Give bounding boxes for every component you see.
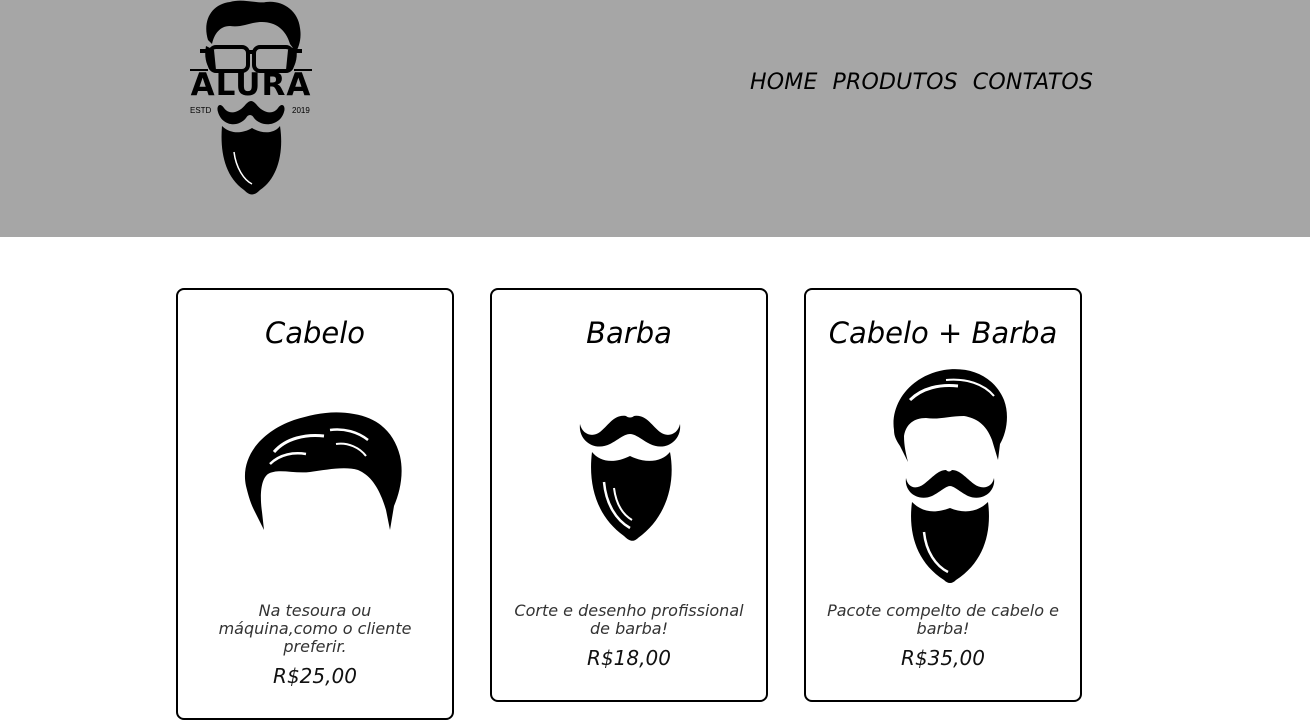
- nav-link-contatos[interactable]: CONTATOS: [973, 70, 1093, 95]
- product-description: Na tesoura ou máquina,como o cliente pre…: [218, 601, 412, 656]
- nav-link-produtos[interactable]: PRODUTOS: [833, 70, 958, 95]
- product-price: R$18,00: [587, 646, 671, 670]
- hair-icon: [244, 412, 402, 530]
- site-header: ALURA ESTD 2019 HOME PRODUTOS CONTATOS: [0, 0, 1310, 237]
- product-card-barba: Barba Corte e desenho profissional de ba…: [490, 288, 768, 702]
- product-price: R$35,00: [901, 646, 985, 670]
- hair-and-beard-icon: [893, 369, 1007, 583]
- product-description: Pacote compelto de cabelo e barba!: [827, 601, 1059, 638]
- beard-icon: [579, 415, 681, 541]
- alura-logo[interactable]: ALURA ESTD 2019: [186, 0, 316, 200]
- product-description: Corte e desenho profissional de barba!: [514, 601, 744, 638]
- product-title: Cabelo: [264, 316, 366, 350]
- product-title: Barba: [586, 316, 672, 350]
- logo-text: ALURA: [190, 67, 312, 103]
- product-price: R$25,00: [273, 664, 357, 688]
- product-card-cabelo-barba: Cabelo + Barba Pacote compelto de cabelo…: [804, 288, 1082, 702]
- product-title: Cabelo + Barba: [828, 316, 1058, 350]
- logo-estd: ESTD: [190, 106, 212, 115]
- nav-link-home[interactable]: HOME: [750, 70, 818, 95]
- product-card-cabelo: Cabelo Na tesoura ou máquina,como o clie…: [176, 288, 454, 720]
- logo-year: 2019: [292, 106, 310, 115]
- main-nav: HOME PRODUTOS CONTATOS: [750, 70, 1093, 95]
